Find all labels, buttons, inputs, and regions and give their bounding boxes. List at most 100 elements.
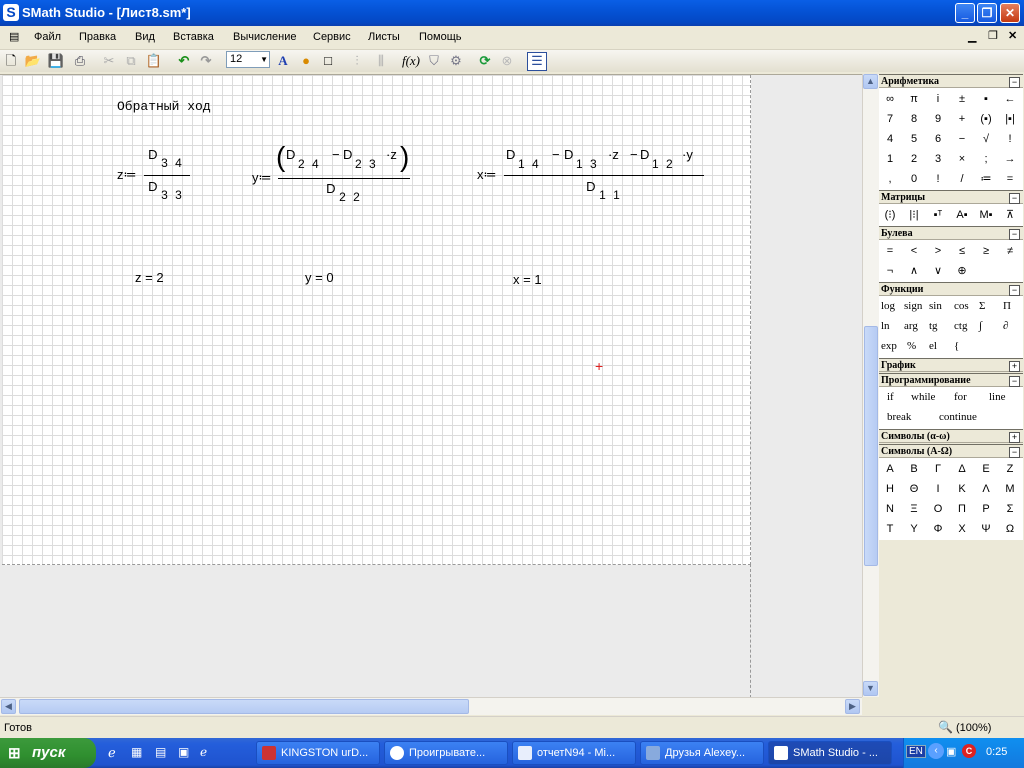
functions-header[interactable]: Функции −	[879, 282, 1023, 296]
greek-symbol-11[interactable]: Μ	[998, 479, 1022, 499]
function-item-14[interactable]: el	[929, 336, 937, 356]
worksheet-page[interactable]: Обратный ход z≔ D 3 4 D 3 3 y≔ ( D 2 4 −…	[2, 75, 751, 565]
function-item-2[interactable]: sin	[929, 296, 942, 316]
font-size-select[interactable]: 12 ▼	[226, 51, 270, 68]
boolean-symbol-0[interactable]: =	[878, 241, 902, 261]
notepad-icon[interactable]: ▤	[155, 745, 166, 759]
programming-header[interactable]: Программирование −	[879, 373, 1023, 387]
function-item-11[interactable]: ∂	[1003, 316, 1008, 336]
arith-symbol-27[interactable]: /	[950, 169, 974, 189]
boolean-symbol-8[interactable]: ∨	[926, 261, 950, 281]
expand-icon[interactable]: +	[1009, 432, 1020, 443]
boolean-symbol-1[interactable]: <	[902, 241, 926, 261]
function-item-1[interactable]: sign	[904, 296, 922, 316]
greek-symbol-7[interactable]: Θ	[902, 479, 926, 499]
boolean-symbol-9[interactable]: ⊕	[950, 261, 974, 281]
function-item-10[interactable]: ∫	[979, 316, 982, 336]
greek-symbol-17[interactable]: Σ	[998, 499, 1022, 519]
antivirus-icon[interactable]: C	[962, 744, 976, 758]
arith-symbol-2[interactable]: i	[926, 89, 950, 109]
prog-while[interactable]: while	[911, 387, 935, 407]
greek-symbol-16[interactable]: Ρ	[974, 499, 998, 519]
arith-symbol-23[interactable]: →	[998, 149, 1022, 169]
mdi-close-button[interactable]: ✕	[1008, 29, 1017, 42]
align-horizontal-icon[interactable]: ⫶	[348, 52, 366, 70]
heading-text[interactable]: Обратный ход	[117, 99, 211, 114]
boolean-header[interactable]: Булева −	[879, 226, 1023, 240]
arith-symbol-13[interactable]: 5	[902, 129, 926, 149]
arith-symbol-16[interactable]: √	[974, 129, 998, 149]
redo-icon[interactable]: ↷	[197, 52, 215, 70]
arith-symbol-28[interactable]: ≔	[974, 169, 998, 189]
arithmetic-header[interactable]: Арифметика −	[879, 74, 1023, 88]
vertical-scroll-thumb[interactable]	[864, 326, 878, 566]
function-item-13[interactable]: %	[907, 336, 916, 356]
z-lhs[interactable]: z≔	[117, 167, 137, 183]
copy-icon[interactable]: ⧉	[122, 52, 140, 70]
align-vertical-icon[interactable]: ⫼	[372, 52, 390, 70]
cut-icon[interactable]: ✂	[100, 52, 118, 70]
arith-symbol-21[interactable]: ×	[950, 149, 974, 169]
word-icon[interactable]: ▦	[131, 745, 142, 759]
greek-symbol-14[interactable]: Ο	[926, 499, 950, 519]
network-icon[interactable]: ▣	[946, 745, 956, 758]
tray-collapse-icon[interactable]: ‹	[928, 743, 944, 759]
refresh-icon[interactable]: ⟳	[476, 52, 494, 70]
expand-icon[interactable]: +	[1009, 361, 1020, 372]
arith-symbol-5[interactable]: ←	[998, 89, 1022, 109]
greek-symbol-19[interactable]: Υ	[902, 519, 926, 539]
ie-icon[interactable]: ℯ	[108, 745, 116, 761]
boolean-symbol-3[interactable]: ≤	[950, 241, 974, 261]
greek-symbol-8[interactable]: Ι	[926, 479, 950, 499]
arith-symbol-29[interactable]: =	[998, 169, 1022, 189]
menu-insert[interactable]: Вставка	[173, 31, 214, 43]
greek-symbol-4[interactable]: Ε	[974, 459, 998, 479]
arith-symbol-25[interactable]: 0	[902, 169, 926, 189]
start-button[interactable]: ⊞ пуск	[0, 738, 96, 768]
menu-calculation[interactable]: Вычисление	[233, 31, 297, 43]
function-item-3[interactable]: cos	[954, 296, 969, 316]
paste-icon[interactable]: 📋	[145, 52, 163, 70]
close-button[interactable]: ✕	[1000, 3, 1020, 23]
matrix-symbol-4[interactable]: M▪	[974, 205, 998, 225]
worksheet-area[interactable]: Обратный ход z≔ D 3 4 D 3 3 y≔ ( D 2 4 −…	[0, 74, 862, 698]
menu-edit[interactable]: Правка	[79, 31, 116, 43]
greek-symbol-9[interactable]: Κ	[950, 479, 974, 499]
collapse-icon[interactable]: −	[1009, 77, 1020, 88]
task-player[interactable]: Проигрывате...	[384, 741, 508, 765]
print-icon[interactable]: ⎙	[71, 52, 89, 70]
arith-symbol-15[interactable]: −	[950, 129, 974, 149]
collapse-icon[interactable]: −	[1009, 376, 1020, 387]
greek-symbol-12[interactable]: Ν	[878, 499, 902, 519]
result-z[interactable]: z = 2	[135, 270, 164, 285]
prog-if[interactable]: if	[887, 387, 894, 407]
horizontal-scrollbar[interactable]: ◀ ▶	[0, 697, 862, 715]
result-y[interactable]: y = 0	[305, 270, 334, 285]
arith-symbol-0[interactable]: ∞	[878, 89, 902, 109]
scroll-left-button[interactable]: ◀	[1, 699, 16, 714]
x-lhs[interactable]: x≔	[477, 167, 497, 183]
task-browser[interactable]: Друзья Alexey...	[640, 741, 764, 765]
function-item-7[interactable]: arg	[904, 316, 918, 336]
boolean-symbol-2[interactable]: >	[926, 241, 950, 261]
text-region-icon[interactable]: A	[274, 52, 292, 70]
arith-symbol-7[interactable]: 8	[902, 109, 926, 129]
zoom-icon[interactable]: 🔍	[938, 720, 953, 734]
arith-symbol-11[interactable]: |▪|	[998, 109, 1022, 129]
mdi-minimize-button[interactable]: ▁	[968, 30, 976, 43]
graph-header[interactable]: График +	[879, 358, 1023, 372]
ie-alt-icon[interactable]: ℯ	[200, 745, 207, 759]
folder-icon[interactable]: ▣	[178, 745, 189, 759]
function-icon[interactable]: f(x)	[400, 52, 422, 70]
panel-toggle-icon[interactable]: ☰	[527, 52, 547, 71]
y-lhs[interactable]: y≔	[252, 170, 272, 186]
filter-icon[interactable]: ⛉	[425, 52, 443, 70]
greek-symbol-6[interactable]: Η	[878, 479, 902, 499]
open-icon[interactable]: 📂	[24, 52, 42, 70]
arith-symbol-19[interactable]: 2	[902, 149, 926, 169]
greek-symbol-20[interactable]: Φ	[926, 519, 950, 539]
prog-for[interactable]: for	[954, 387, 967, 407]
task-word-report[interactable]: отчетN94 - Mi...	[512, 741, 636, 765]
arith-symbol-6[interactable]: 7	[878, 109, 902, 129]
mdi-restore-button[interactable]: ❐	[988, 29, 998, 42]
